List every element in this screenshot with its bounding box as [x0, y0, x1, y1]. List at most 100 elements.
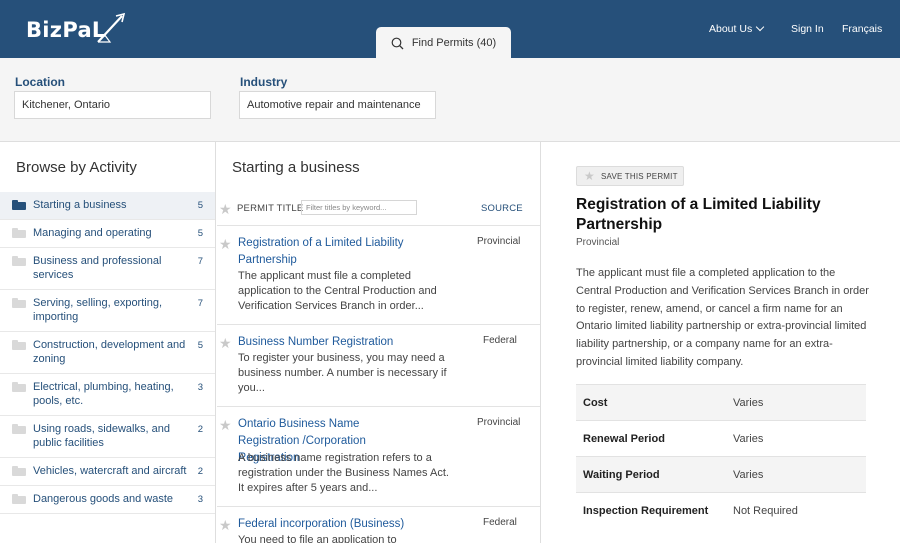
find-permits-label: Find Permits (40) [411, 37, 497, 49]
permit-title-link[interactable]: Business Number Registration [238, 334, 438, 351]
activity-list: Starting a business 5 Managing and operati… [0, 192, 215, 514]
activity-item[interactable]: Managing and operating 5 [0, 220, 215, 248]
source-column[interactable]: SOURCE [481, 203, 523, 214]
activity-item[interactable]: Using roads, sidewalks, and public facil… [0, 416, 215, 458]
folder-icon [12, 494, 26, 504]
folder-icon [12, 228, 26, 238]
property-row: Renewal Period Varies [576, 420, 866, 456]
nav-sign-in[interactable]: Sign In [791, 0, 824, 58]
permit-filter-input[interactable]: Filter titles by keyword... [301, 200, 417, 215]
activity-label: Business and professional services [33, 255, 162, 281]
property-key: Renewal Period [583, 432, 665, 445]
location-field[interactable]: Kitchener, Ontario [14, 91, 211, 119]
permit-title-link[interactable]: Registration of a Limited Liability Part… [238, 235, 438, 269]
save-permit-button[interactable]: ★ SAVE THIS PERMIT [576, 166, 684, 186]
industry-label: Industry [240, 75, 288, 89]
activity-count: 5 [197, 200, 203, 211]
permit-item[interactable]: ★ Business Number Registration To regist… [217, 325, 540, 407]
activity-count: 2 [197, 424, 203, 435]
permit-title-link[interactable]: Federal incorporation (Business) [238, 516, 438, 533]
site-header: BizPaL About Us Sign In Français Find Pe… [0, 0, 900, 59]
permit-source: Provincial [477, 236, 521, 247]
find-permits-tab[interactable]: Find Permits (40) [376, 27, 511, 59]
star-icon[interactable]: ★ [219, 418, 232, 432]
property-value: Varies [733, 432, 764, 445]
activity-item[interactable]: Electrical, plumbing, heating, pools, et… [0, 374, 215, 416]
star-icon[interactable]: ★ [219, 237, 232, 251]
permit-item[interactable]: ★ Federal incorporation (Business) You n… [217, 507, 540, 543]
star-icon[interactable]: ★ [219, 336, 232, 350]
permit-list-header: ★ PERMIT TITLE Filter titles by keyword.… [217, 200, 540, 226]
permit-source: Federal [483, 335, 517, 346]
permit-detail-description: The applicant must file a completed appl… [576, 267, 869, 368]
property-row: Inspection Requirement Not Required [576, 492, 866, 528]
activity-item[interactable]: Serving, selling, exporting, importing 7 [0, 290, 215, 332]
activity-count: 2 [197, 466, 203, 477]
folder-icon [12, 256, 26, 266]
industry-field[interactable]: Automotive repair and maintenance [239, 91, 436, 119]
permit-list-panel: Starting a business ★ PERMIT TITLE Filte… [217, 142, 541, 543]
permit-list-title: Starting a business [232, 159, 360, 176]
folder-icon [12, 340, 26, 350]
activity-label: Starting a business [33, 199, 127, 211]
permit-source: Provincial [477, 417, 521, 428]
activity-label: Dangerous goods and waste [33, 493, 174, 505]
activity-label: Electrical, plumbing, heating, pools, et… [33, 381, 174, 407]
activity-count: 7 [197, 298, 203, 309]
star-icon[interactable]: ★ [219, 518, 232, 532]
folder-icon [12, 466, 26, 476]
permit-detail-title: Registration of a Limited Liability Part… [576, 196, 821, 233]
permit-title-column[interactable]: PERMIT TITLE [237, 203, 303, 214]
property-value: Not Required [733, 504, 798, 517]
activity-item[interactable]: Dangerous goods and waste 3 [0, 486, 215, 514]
property-key: Inspection Requirement [583, 504, 709, 517]
browse-by-activity-panel: Browse by Activity Starting a business 5 M… [0, 142, 216, 543]
activity-count: 3 [197, 494, 203, 505]
property-value: Varies [733, 396, 764, 409]
chevron-down-icon [755, 22, 765, 32]
permit-description: The applicant must file a completed appl… [238, 270, 437, 312]
permit-item[interactable]: ★ Registration of a Limited Liability Pa… [217, 226, 540, 325]
nav-language-toggle[interactable]: Français [842, 0, 882, 58]
permit-detail-source: Provincial [576, 237, 620, 248]
activity-label: Using roads, sidewalks, and public facil… [33, 423, 170, 449]
activity-label: Construction, development and zoning [33, 339, 186, 365]
activity-count: 3 [197, 382, 203, 393]
location-label: Location [15, 75, 65, 89]
activity-item[interactable]: Starting a business 5 [0, 192, 215, 220]
folder-icon [12, 298, 26, 308]
property-value: Varies [733, 468, 764, 481]
logo-text: BizPaL [26, 18, 106, 42]
folder-icon [12, 200, 26, 210]
property-row: Cost Varies [576, 384, 866, 420]
property-key: Cost [583, 396, 608, 409]
star-icon: ★ [584, 169, 595, 183]
activity-label: Serving, selling, exporting, importing [33, 297, 163, 323]
permit-item[interactable]: ★ Ontario Business Name Registration /Co… [217, 407, 540, 507]
property-row: Waiting Period Varies [576, 456, 866, 492]
activity-count: 5 [197, 228, 203, 239]
folder-icon [12, 424, 26, 434]
browse-title: Browse by Activity [16, 159, 137, 176]
permit-properties-table: Cost Varies Renewal Period Varies Waitin… [576, 384, 866, 528]
permit-description: You need to file an application to [238, 534, 397, 543]
activity-item[interactable]: Business and professional services 7 [0, 248, 215, 290]
search-icon [391, 37, 404, 49]
folder-icon [12, 382, 26, 392]
activity-label: Managing and operating [33, 227, 152, 239]
bizpal-logo[interactable]: BizPaL [26, 12, 136, 46]
star-icon[interactable]: ★ [219, 202, 232, 216]
activity-count: 5 [197, 340, 203, 351]
nav-about-us[interactable]: About Us [709, 0, 765, 58]
search-filters: Location Kitchener, Ontario Industry Aut… [0, 58, 900, 142]
save-permit-label: SAVE THIS PERMIT [600, 171, 678, 181]
nav-about-label: About Us [709, 23, 753, 35]
activity-label: Vehicles, watercraft and aircraft [33, 465, 187, 477]
logo-check-icon [97, 12, 126, 43]
activity-count: 7 [197, 256, 203, 267]
permit-description: To register your business, you may need … [238, 352, 447, 394]
property-key: Waiting Period [583, 468, 660, 481]
activity-item[interactable]: Construction, development and zoning 5 [0, 332, 215, 374]
activity-item[interactable]: Vehicles, watercraft and aircraft 2 [0, 458, 215, 486]
permit-source: Federal [483, 517, 517, 528]
